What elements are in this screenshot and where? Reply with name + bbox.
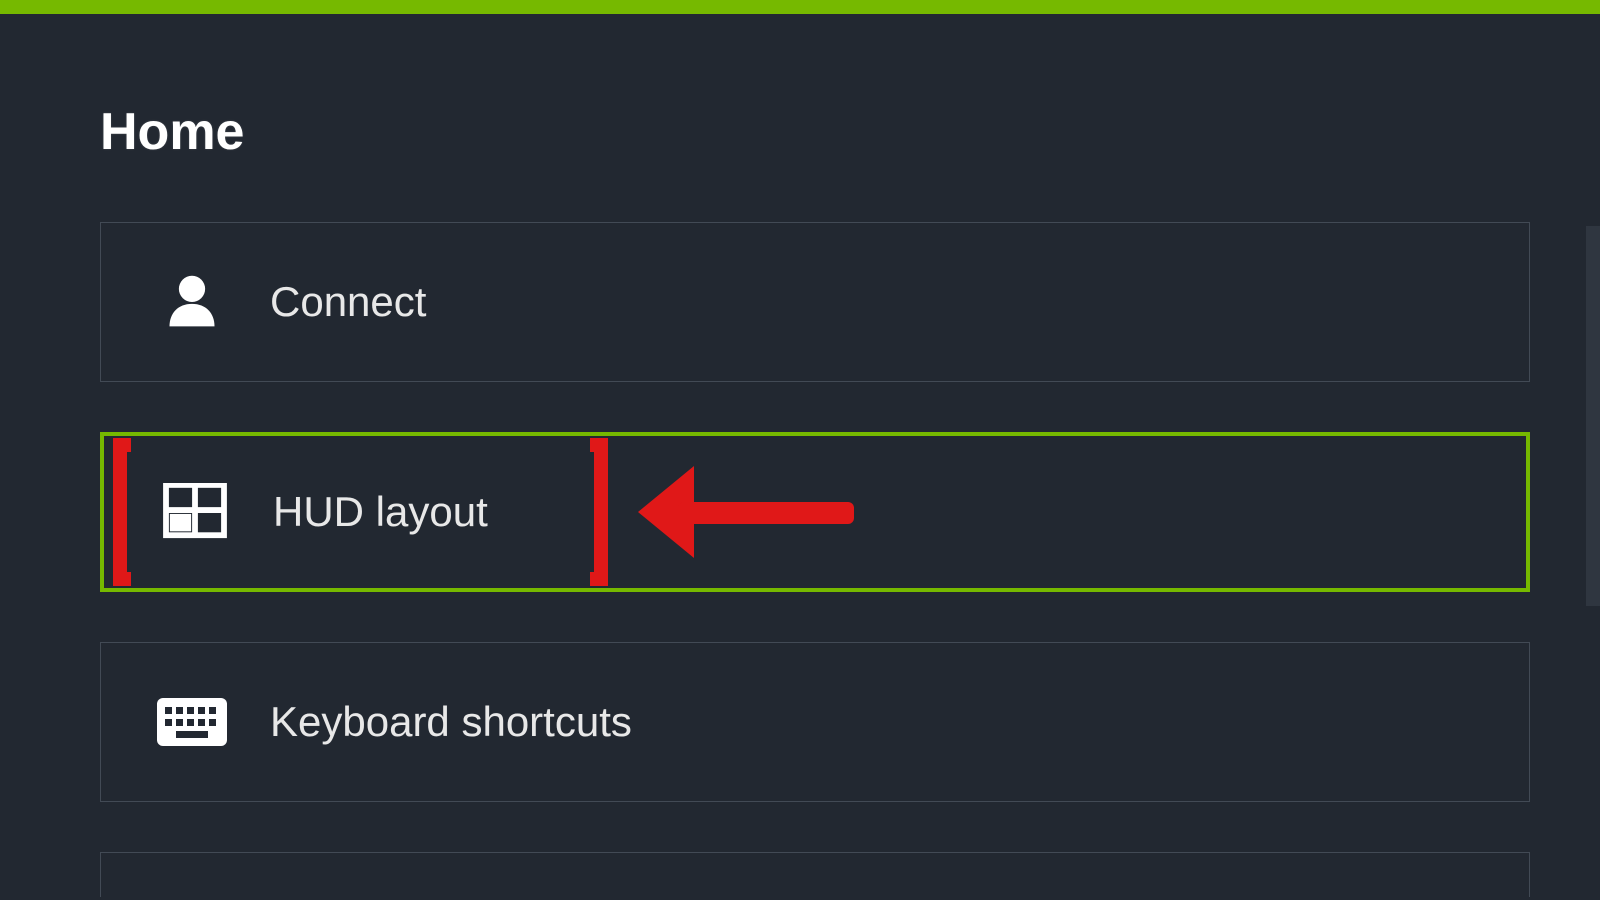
- menu-item-hud-layout[interactable]: HUD layout: [100, 432, 1530, 592]
- menu-item-next[interactable]: [100, 852, 1530, 897]
- page-title: Home: [100, 102, 1500, 162]
- menu-item-keyboard-shortcuts[interactable]: Keyboard shortcuts: [100, 642, 1530, 802]
- user-icon: [156, 266, 228, 338]
- menu-item-label: Connect: [270, 278, 426, 326]
- menu-item-label: Keyboard shortcuts: [270, 698, 632, 746]
- home-panel: Home Connect HUD layout: [0, 14, 1600, 897]
- scrollbar[interactable]: [1586, 226, 1600, 606]
- grid-icon: [159, 476, 231, 548]
- menu-item-label: HUD layout: [273, 488, 488, 536]
- annotation-arrow: [638, 466, 854, 558]
- menu-item-connect[interactable]: Connect: [100, 222, 1530, 382]
- annotation-bracket-left: [113, 438, 131, 586]
- annotation-bracket-right: [590, 438, 608, 586]
- keyboard-icon: [156, 686, 228, 758]
- top-accent-bar: [0, 0, 1600, 14]
